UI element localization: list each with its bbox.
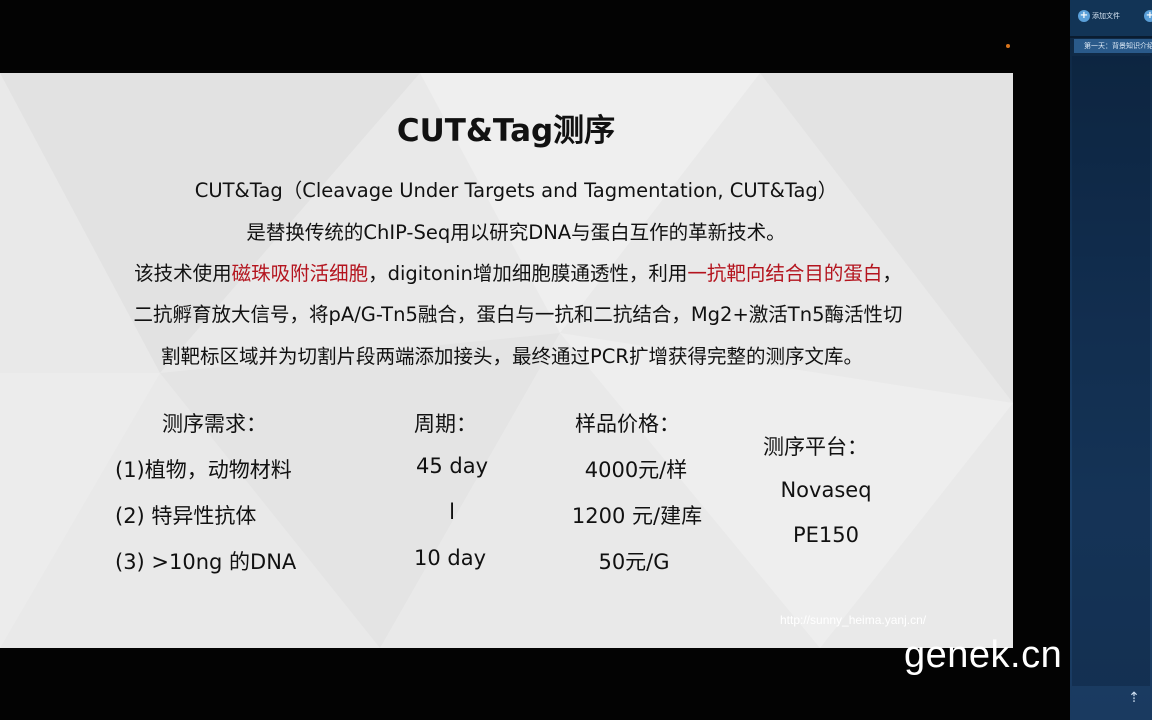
period-row-2: l (449, 500, 455, 524)
plus-icon: + (1144, 10, 1152, 22)
period-row-3: 10 day (413, 546, 487, 570)
add-file-button[interactable]: + 添加文件 (1078, 10, 1120, 22)
price-row-1: 4000元/样 (584, 458, 688, 482)
side-panel: + 添加文件 + 第一天：背景知识介绍 (1070, 0, 1152, 720)
status-dot (1006, 44, 1010, 48)
playlist-area (1072, 56, 1150, 686)
line3-middle: ，digitonin增加细胞膜通透性，利用 (368, 262, 688, 285)
requirement-row-3: (3) >10ng 的DNA (115, 550, 297, 574)
highlight-magnetic-beads: 磁珠吸附活细胞 (231, 262, 369, 285)
intro-line-3: 该技术使用磁珠吸附活细胞，digitonin增加细胞膜通透性，利用一抗靶向结合目… (134, 257, 902, 286)
playlist-item-day-one[interactable]: 第一天：背景知识介绍 (1074, 39, 1152, 53)
highlight-primary-antibody: 一抗靶向结合目的蛋白 (687, 262, 883, 285)
header-period: 周期： (414, 412, 477, 436)
intro-line-1: CUT&Tag（Cleavage Under Targets and Tagme… (194, 179, 838, 202)
platform-line-2: PE150 (792, 523, 860, 547)
intro-line-2: 是替换传统的ChIP-Seq用以研究DNA与蛋白互作的革新技术。 (246, 221, 786, 244)
side-panel-divider (1070, 36, 1152, 38)
line3-prefix: 该技术使用 (134, 262, 232, 285)
slide-title: CUT&Tag测序 (396, 113, 616, 149)
slide-watermark-url: http://sunny_heima.yanj.cn/ (780, 613, 927, 627)
intro-line-4: 二抗孵育放大信号，将pA/G-Tn5融合，蛋白与一抗和二抗结合，Mg2+激活Tn… (133, 303, 903, 326)
header-requirements: 测序需求： (162, 412, 267, 436)
intro-line-5: 割靶标区域并为切割片段两端添加接头，最终通过PCR扩增获得完整的测序文库。 (161, 345, 863, 368)
price-row-3: 50元/G (598, 550, 670, 574)
price-row-2: 1200 元/建库 (571, 504, 703, 528)
requirement-row-2: (2) 特异性抗体 (115, 504, 257, 528)
add-file-label: 添加文件 (1092, 12, 1120, 20)
second-add-button[interactable]: + (1144, 10, 1152, 22)
header-platform: 测序平台： (763, 435, 868, 459)
line3-suffix: ， (882, 262, 902, 285)
requirement-row-1: (1)植物，动物材料 (115, 458, 292, 482)
side-panel-toolbar: + 添加文件 + (1070, 0, 1152, 36)
header-price: 样品价格： (575, 412, 680, 436)
up-arrow-icon[interactable]: ⇡ (1126, 690, 1142, 706)
plus-icon: + (1078, 10, 1090, 22)
brand-watermark: genek.cn (904, 634, 1063, 676)
period-row-1: 45 day (415, 454, 489, 478)
presentation-slide: CUT&Tag测序 CUT&Tag（Cleavage Under Targets… (0, 73, 1013, 648)
video-frame: CUT&Tag测序 CUT&Tag（Cleavage Under Targets… (0, 0, 1070, 720)
platform-line-1: Novaseq (780, 478, 872, 502)
